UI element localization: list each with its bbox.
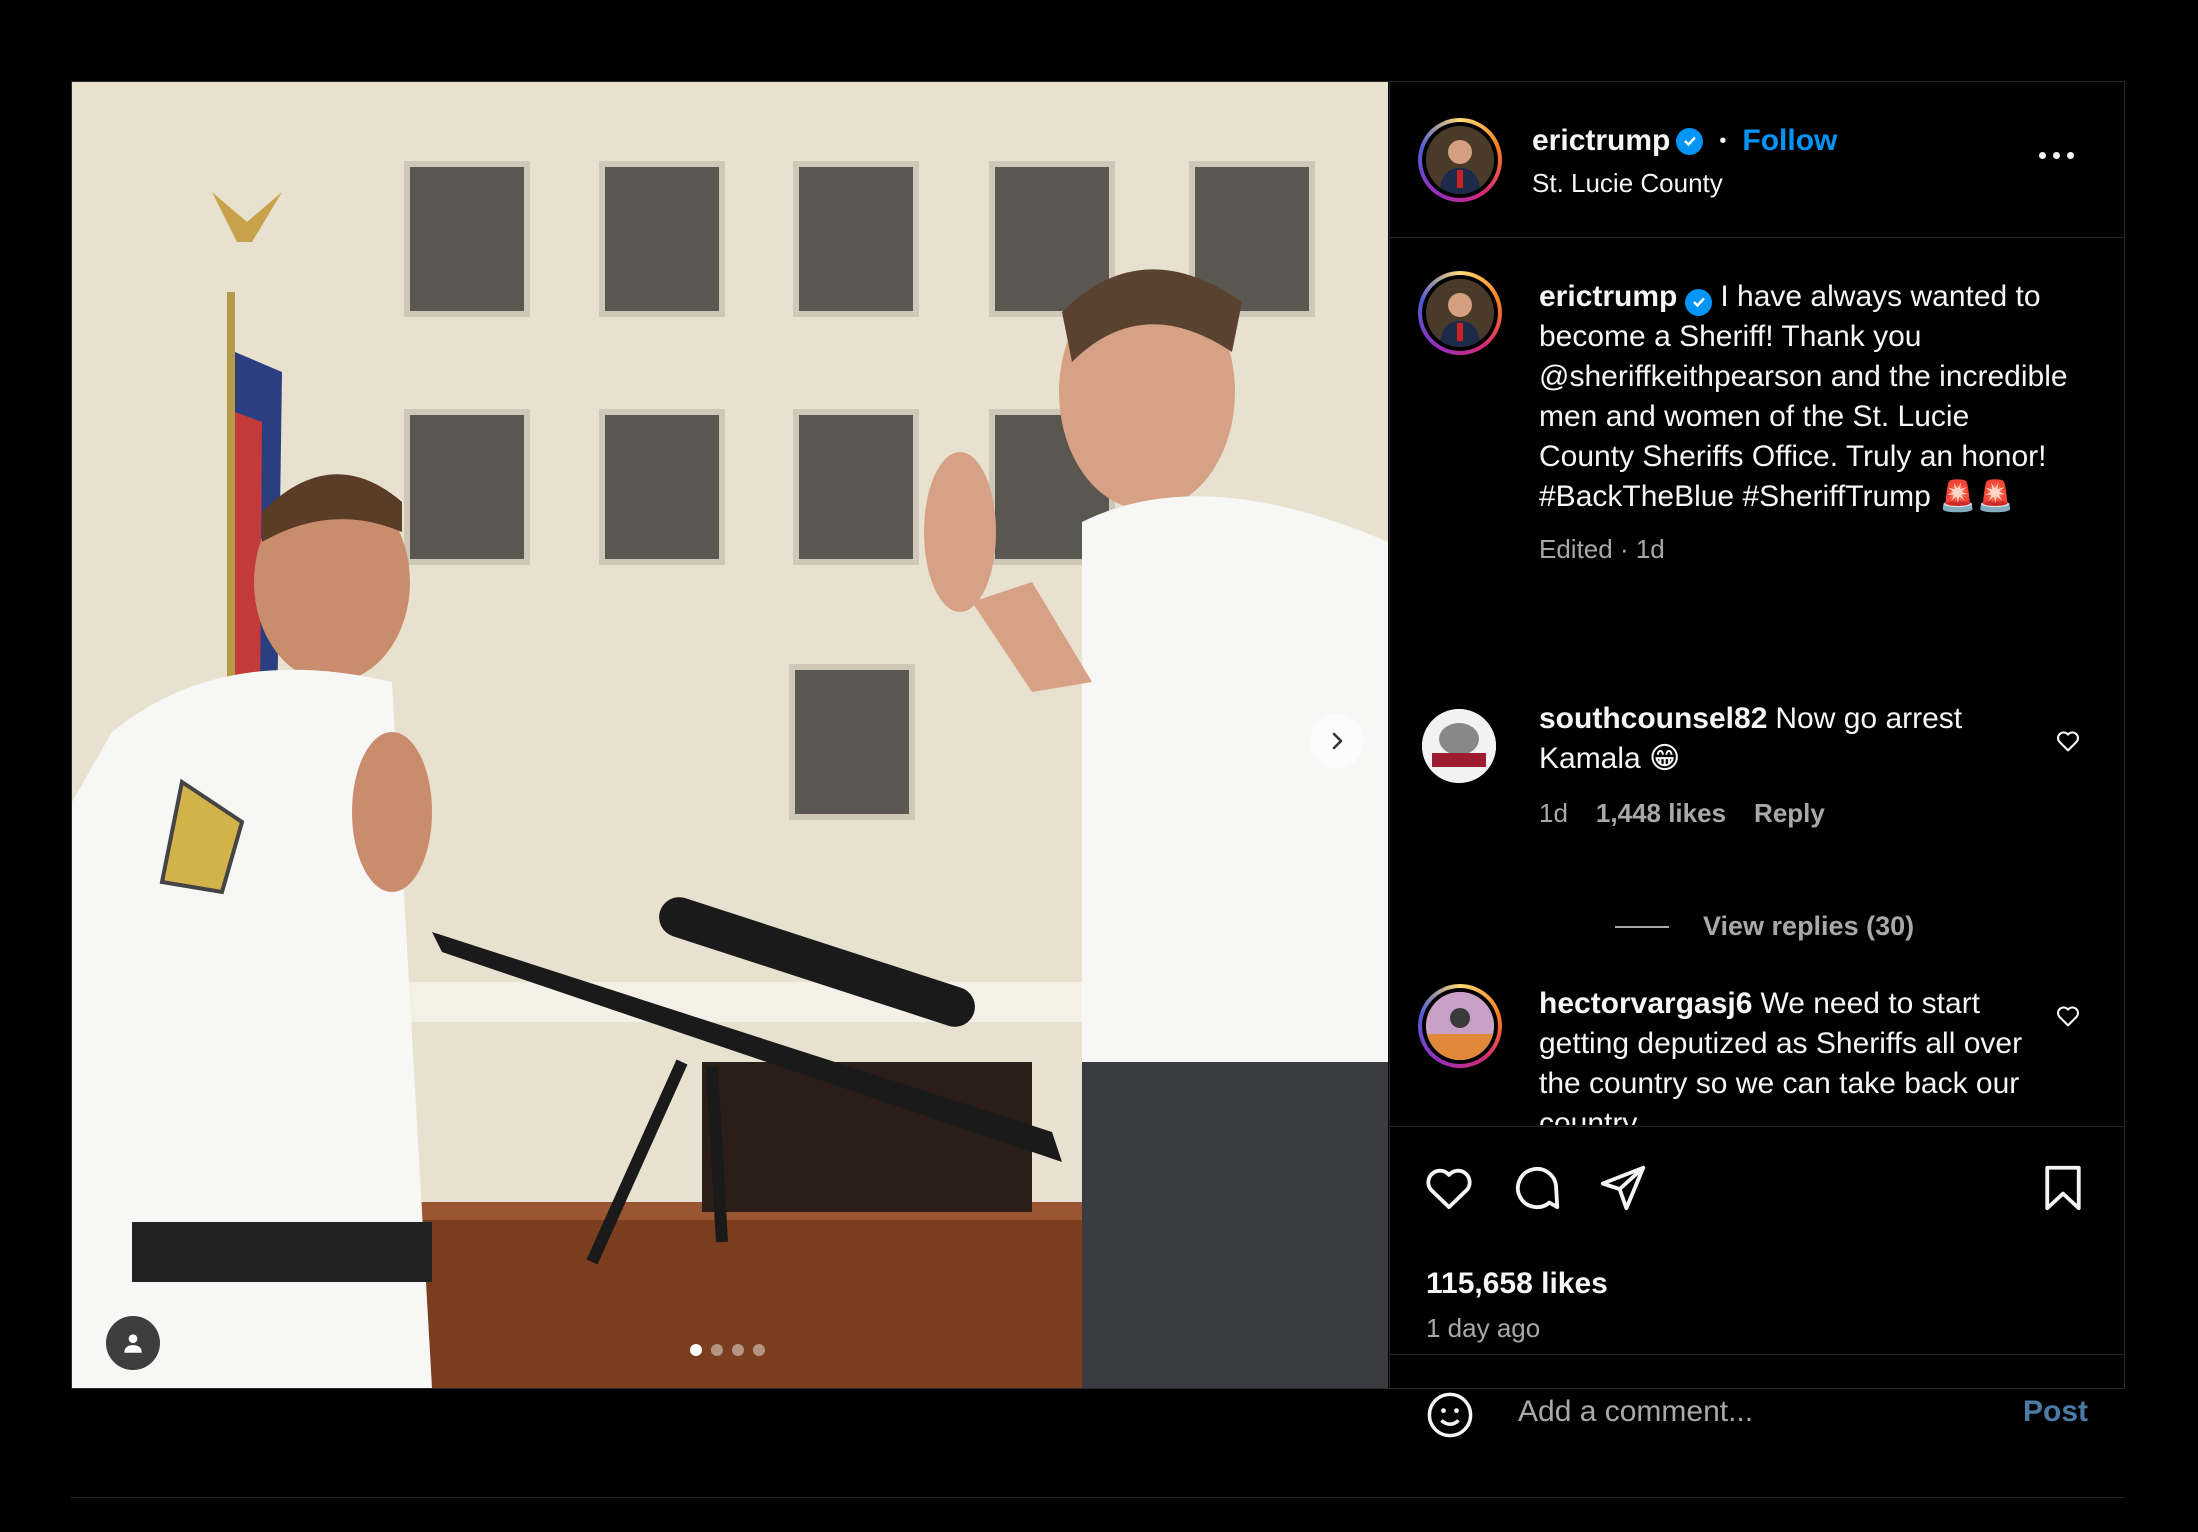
caption-username[interactable]: erictrump [1539,280,1677,313]
chevron-right-icon [1332,732,1343,750]
comment-likes[interactable]: 1,448 likes [1596,793,1726,833]
carousel-dot [690,1344,702,1356]
comment-like-heart-icon[interactable] [2054,727,2082,755]
post-comment-button[interactable]: Post [2023,1395,2088,1429]
follow-button[interactable]: Follow [1742,124,1837,158]
person-tag-icon [124,1334,142,1353]
reply-button[interactable]: Reply [1754,793,1825,833]
carousel-dot [711,1344,723,1356]
likes-count[interactable]: 115,658 likes [1426,1267,1608,1301]
commenter-avatar[interactable] [1422,709,1496,783]
emoji-icon[interactable] [1424,1389,1476,1441]
view-replies-label: View replies (30) [1703,911,1915,941]
post-image[interactable] [72,82,1388,1388]
post-actions: 115,658 likes 1 day ago [1390,1126,2124,1354]
avatar[interactable] [1418,118,1502,202]
comment-username[interactable]: southcounsel82 [1539,702,1767,735]
caption-avatar[interactable] [1418,271,1502,355]
post-header: erictrump • Follow St. Lucie County [1390,82,2124,238]
comment-time: 1d [1539,798,1568,828]
commenter-avatar[interactable] [1418,984,1502,1068]
carousel-dot [753,1344,765,1356]
photo-scene [72,82,1388,1388]
post-timestamp: 1 day ago [1426,1313,1541,1343]
comment-input[interactable]: Add a comment... [1518,1395,1753,1429]
separator-dot: • [1719,129,1727,152]
heart-icon[interactable] [1422,1161,1476,1215]
instagram-post: erictrump • Follow St. Lucie County eric… [71,81,2125,1438]
page-divider [71,1497,2125,1498]
comments-list: erictrump I have always wanted to become … [1390,239,2124,1125]
verified-badge-icon [1676,127,1704,155]
carousel-indicator [690,1344,765,1356]
caption-meta: Edited · 1d [1539,534,1665,564]
post-side-panel: erictrump • Follow St. Lucie County eric… [1389,82,2124,1438]
verified-badge-icon [1685,288,1713,316]
bookmark-icon[interactable] [2036,1161,2090,1215]
tagged-people-button[interactable] [106,1316,160,1370]
view-replies-button[interactable]: View replies (30) [1615,911,1914,942]
comment-icon[interactable] [1510,1161,1564,1215]
comment-username[interactable]: hectorvargasj6 [1539,987,1752,1020]
comment-like-heart-icon[interactable] [2054,1002,2082,1030]
more-options-icon[interactable] [2039,152,2074,159]
carousel-next-button[interactable] [1310,714,1364,768]
caption-text: I have always wanted to become a Sheriff… [1539,280,2068,513]
avatar-image [1426,126,1494,194]
carousel-dot [732,1344,744,1356]
header-username[interactable]: erictrump [1532,124,1670,158]
location-link[interactable]: St. Lucie County [1532,168,1723,199]
add-comment-bar: Add a comment... Post [1390,1354,2124,1470]
share-icon[interactable] [1596,1161,1650,1215]
